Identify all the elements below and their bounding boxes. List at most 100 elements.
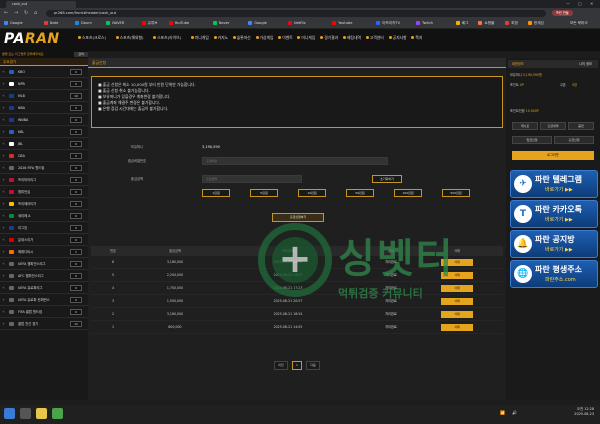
bookmark-item[interactable]: 쇼핑몰 (478, 18, 494, 29)
url-input[interactable]: pr268.com/front#header/cash_out (46, 9, 546, 17)
league-row[interactable]: + NPB 0 (0, 78, 88, 90)
maximize-icon[interactable]: ▢ (578, 0, 582, 8)
back-icon[interactable]: ← (4, 8, 8, 18)
bookmark-item[interactable]: 아프리카TV (376, 18, 400, 29)
chrome-icon[interactable] (52, 408, 63, 419)
nav-item[interactable]: 고객센터 (365, 33, 384, 43)
password-input[interactable]: 출금비번 (202, 157, 388, 165)
league-row[interactable]: + KBO 0 (0, 66, 88, 78)
amount-button[interactable]: 50만원 (346, 189, 374, 197)
bookmark-item[interactable]: Google (248, 18, 267, 29)
league-row[interactable]: + FIFA 클럽 월드컵 0 (0, 306, 88, 318)
bookmark-item[interactable]: 한게임 (527, 18, 544, 29)
network-icon[interactable]: 📶 (500, 410, 505, 415)
bookmark-item[interactable]: Netflix (288, 18, 306, 29)
league-row[interactable]: + AFC 챔피언스리그 0 (0, 270, 88, 282)
league-row[interactable]: +2026 FIFA 월드컵 0 (0, 162, 88, 174)
league-row[interactable]: + 챔피언십 0 (0, 186, 88, 198)
minimize-icon[interactable]: — (566, 0, 570, 8)
browser-tab[interactable]: cash_out (6, 1, 76, 8)
nav-item[interactable]: 미니게임 (190, 33, 209, 43)
profile-button[interactable]: 프린 만들 (552, 10, 573, 16)
amount-button[interactable]: 5만원 (250, 189, 278, 197)
banner-link[interactable]: ✈ 파란 텔레그램 바로가기 ▶▶ (510, 170, 598, 198)
site-header: PARAN 스포츠(크로스) 스포츠(해외형) 스포츠(라이브) 미니게임 카지노 슬롯머… (0, 29, 600, 58)
league-row[interactable]: + 세리에 A 0 (0, 210, 88, 222)
nav-item[interactable]: 스포츠(해외형) (115, 33, 144, 43)
amount-button[interactable]: 500만원 (442, 189, 470, 197)
nav-item[interactable]: 스포츠(라이브) (153, 33, 181, 43)
league-row[interactable]: + UEFA 유로파 컨퍼런스 0 (0, 294, 88, 306)
league-row[interactable]: + 에레디비시 1 (0, 246, 88, 258)
league-row[interactable]: + WNBA 0 (0, 114, 88, 126)
league-row[interactable]: + 리그앙 0 (0, 222, 88, 234)
league-row[interactable]: + CBA 0 (0, 150, 88, 162)
bookmark-item[interactable]: 피망 (505, 18, 518, 29)
account-button[interactable]: 캐시포 (512, 122, 538, 130)
bookmark-item[interactable]: YouTube (168, 18, 189, 29)
amount-button[interactable]: 1만원 (202, 189, 230, 197)
deposit-withdraw-button[interactable]: 입금신청 (512, 136, 552, 144)
submit-withdraw-button[interactable]: 출금신청하기 (272, 213, 324, 222)
account-button[interactable]: 충전 (568, 122, 594, 130)
bookmark-item[interactable]: Youtube (332, 18, 352, 29)
amount-button[interactable]: 100만원 (394, 189, 422, 197)
nav-item[interactable]: 경기결과 (320, 33, 338, 43)
account-button[interactable]: 출금내역 (540, 122, 566, 130)
amount-input[interactable]: 출금금액 (202, 175, 302, 183)
all-bookmarks-link[interactable]: 모든 북마크 (570, 18, 588, 29)
league-row[interactable]: + 분데스리가 0 (0, 234, 88, 246)
home-icon[interactable]: ⌂ (34, 8, 37, 18)
banner-link[interactable]: 🌐 파란 평생주소 파란주소.com (510, 260, 598, 288)
volume-icon[interactable]: 🔊 (512, 410, 517, 415)
my-info-link[interactable]: 나의 정보 (579, 60, 592, 68)
file-explorer-icon[interactable] (36, 408, 47, 419)
league-row[interactable]: + 클럽 친선 경기 12 (0, 318, 88, 330)
search-button[interactable]: 검색 (74, 52, 88, 57)
next-page-button[interactable]: 다음 (306, 361, 320, 370)
bookmark-item[interactable]: Nate (43, 18, 58, 29)
nav-item[interactable]: 베팅내역 (343, 33, 361, 43)
page-1-button[interactable]: 1 (292, 361, 302, 370)
taskbar-clock[interactable]: 오전 12:28 2025-08-23 (574, 407, 594, 417)
search-taskbar-icon[interactable] (20, 408, 31, 419)
bookmark-item[interactable]: Twitch (416, 18, 433, 29)
league-row[interactable]: + UEFA 챔피언스리그 0 (0, 258, 88, 270)
bookmark-item[interactable]: Daum (75, 18, 92, 29)
league-count: 0 (70, 69, 82, 75)
expand-icon: + (2, 286, 5, 290)
nav-item[interactable]: 카지노 (213, 33, 228, 43)
nav-item[interactable]: 가상게임 (255, 33, 273, 43)
amount-button[interactable]: 10만원 (298, 189, 326, 197)
prev-page-button[interactable]: 이전 (274, 361, 288, 370)
nav-item[interactable]: 미니게임 (297, 33, 315, 43)
site-logo[interactable]: PARAN (4, 31, 60, 48)
start-icon[interactable] (4, 408, 15, 419)
reset-button[interactable]: 초기화하기 (372, 175, 402, 183)
bookmark-item[interactable]: Naver (212, 18, 229, 29)
banner-link[interactable]: T 파란 카카오톡 바로가기 ▶▶ (510, 200, 598, 228)
bookmark-item[interactable]: Google (4, 18, 23, 29)
league-row[interactable]: + 프리미어리그 0 (0, 174, 88, 186)
bookmark-item[interactable]: 배그 (455, 18, 468, 29)
nav-item[interactable]: 공지사항 (388, 33, 407, 43)
deposit-withdraw-button[interactable]: 출금신청 (554, 136, 594, 144)
nav-item[interactable]: 스포츠(크로스) (78, 33, 106, 43)
nav-item[interactable]: 쪽지 (411, 33, 422, 43)
banner-link[interactable]: 🔔 파란 공지방 바로가기 ▶▶ (510, 230, 598, 258)
nav-item[interactable]: 슬롯머신 (232, 33, 251, 43)
league-row[interactable]: + MLB 10 (0, 90, 88, 102)
nav-item[interactable]: 이벤트 (278, 33, 293, 43)
league-row[interactable]: + JBL 0 (0, 138, 88, 150)
bookmark-item[interactable]: NAVER (106, 18, 124, 29)
close-icon[interactable]: ✕ (590, 0, 593, 8)
balance-label: 보유머니 (130, 145, 144, 149)
league-row[interactable]: + UEFA 유로파리그 0 (0, 282, 88, 294)
league-row[interactable]: + NBA 0 (0, 102, 88, 114)
bookmark-item[interactable]: 유튜브 (141, 18, 158, 29)
league-row[interactable]: + 프리메라리가 0 (0, 198, 88, 210)
reload-icon[interactable]: ↻ (24, 8, 28, 18)
forward-icon[interactable]: → (14, 8, 18, 18)
logout-button[interactable]: 로그아웃 (512, 151, 594, 160)
league-row[interactable]: + KBL 0 (0, 126, 88, 138)
